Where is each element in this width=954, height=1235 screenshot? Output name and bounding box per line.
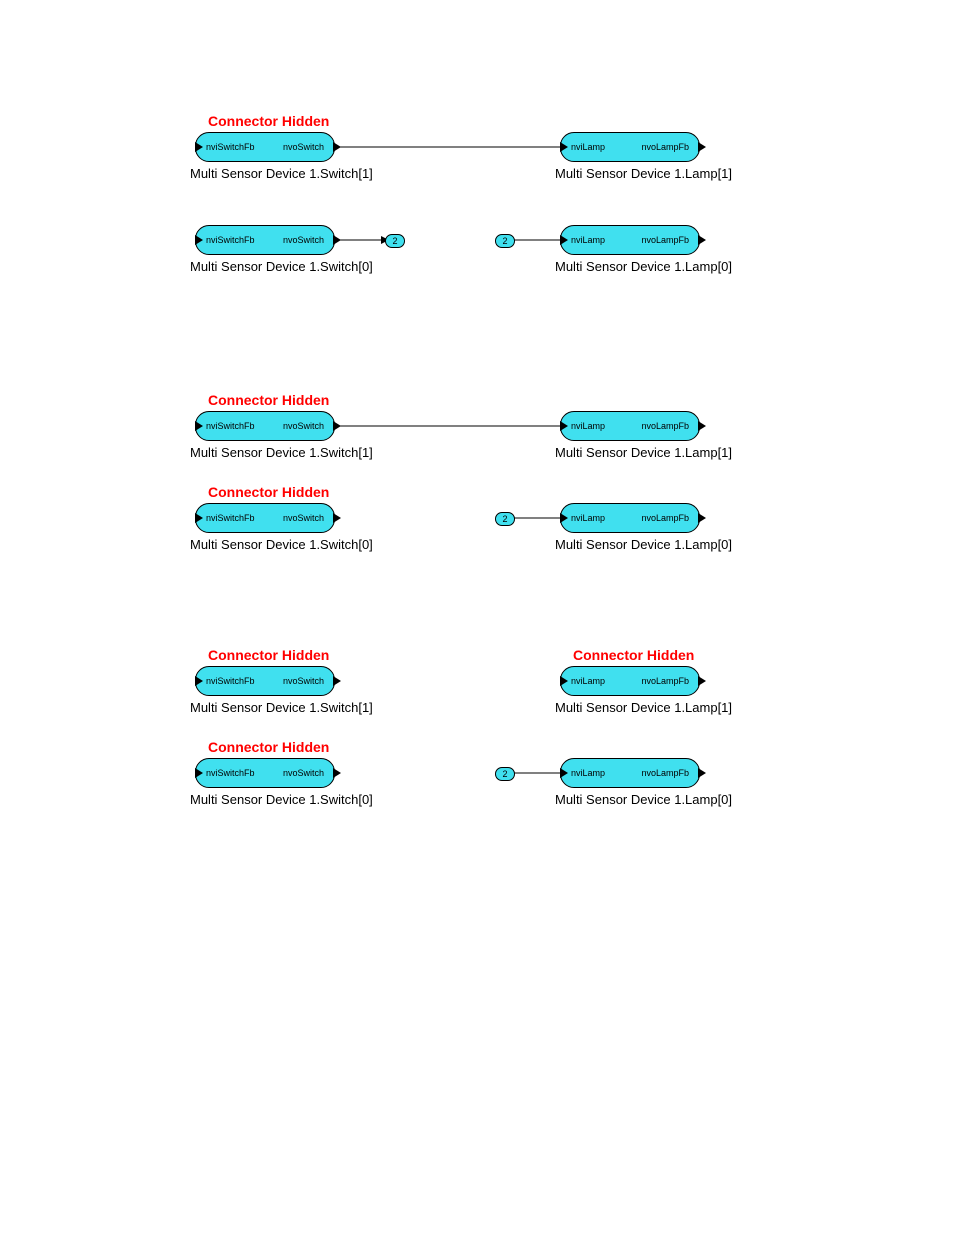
block-lamp0-g2[interactable]: nviLamp nvoLampFb: [560, 503, 700, 533]
connector-hidden-label: Connector Hidden: [208, 392, 329, 408]
arrow-out-icon: [333, 235, 341, 245]
block-lamp0-g1[interactable]: nviLamp nvoLampFb: [560, 225, 700, 255]
connection-ref-badge[interactable]: 2: [385, 234, 405, 248]
connection-ref-badge[interactable]: 2: [495, 234, 515, 248]
block-lamp0-g3[interactable]: nviLamp nvoLampFb: [560, 758, 700, 788]
arrow-out-icon: [333, 513, 341, 523]
port-in-label: nviLamp: [571, 235, 605, 245]
block-switch1-g3[interactable]: nviSwitchFb nvoSwitch: [195, 666, 335, 696]
caption-lamp0-g1: Multi Sensor Device 1.Lamp[0]: [555, 259, 732, 274]
block-lamp1-g3[interactable]: nviLamp nvoLampFb: [560, 666, 700, 696]
connector-hidden-label: Connector Hidden: [208, 113, 329, 129]
block-lamp1-g2[interactable]: nviLamp nvoLampFb: [560, 411, 700, 441]
caption-switch0-g1: Multi Sensor Device 1.Switch[0]: [190, 259, 373, 274]
port-out-label: nvoLampFb: [641, 235, 689, 245]
port-in-label: nviLamp: [571, 676, 605, 686]
port-out-label: nvoLampFb: [641, 142, 689, 152]
arrow-out-icon: [333, 421, 341, 431]
arrow-in-icon: [560, 421, 568, 431]
port-in-label: nviLamp: [571, 142, 605, 152]
port-in-label: nviLamp: [571, 513, 605, 523]
caption-lamp0-g2: Multi Sensor Device 1.Lamp[0]: [555, 537, 732, 552]
caption-lamp1-g1: Multi Sensor Device 1.Lamp[1]: [555, 166, 732, 181]
connection-ref-badge[interactable]: 2: [495, 767, 515, 781]
arrow-in-icon: [560, 676, 568, 686]
arrow-out-icon: [333, 676, 341, 686]
caption-switch1-g1: Multi Sensor Device 1.Switch[1]: [190, 166, 373, 181]
caption-lamp1-g3: Multi Sensor Device 1.Lamp[1]: [555, 700, 732, 715]
port-out-label: nvoSwitch: [283, 513, 324, 523]
arrow-in-icon: [195, 513, 203, 523]
port-in-label: nviSwitchFb: [206, 768, 255, 778]
caption-lamp1-g2: Multi Sensor Device 1.Lamp[1]: [555, 445, 732, 460]
block-switch1-g1[interactable]: nviSwitchFb nvoSwitch: [195, 132, 335, 162]
caption-switch1-g2: Multi Sensor Device 1.Switch[1]: [190, 445, 373, 460]
port-out-label: nvoLampFb: [641, 676, 689, 686]
caption-switch0-g3: Multi Sensor Device 1.Switch[0]: [190, 792, 373, 807]
block-switch0-g3[interactable]: nviSwitchFb nvoSwitch: [195, 758, 335, 788]
arrow-in-icon: [195, 768, 203, 778]
port-in-label: nviSwitchFb: [206, 142, 255, 152]
port-in-label: nviSwitchFb: [206, 676, 255, 686]
connector-hidden-label: Connector Hidden: [208, 647, 329, 663]
wires-layer: [0, 0, 954, 1235]
arrow-out-icon: [698, 142, 706, 152]
arrow-out-icon: [333, 142, 341, 152]
port-out-label: nvoLampFb: [641, 513, 689, 523]
port-out-label: nvoSwitch: [283, 768, 324, 778]
caption-lamp0-g3: Multi Sensor Device 1.Lamp[0]: [555, 792, 732, 807]
arrow-in-icon: [560, 235, 568, 245]
arrow-in-icon: [560, 142, 568, 152]
block-switch0-g1[interactable]: nviSwitchFb nvoSwitch: [195, 225, 335, 255]
connector-hidden-label: Connector Hidden: [573, 647, 694, 663]
arrow-in-icon: [195, 421, 203, 431]
arrow-out-icon: [698, 235, 706, 245]
connector-hidden-label: Connector Hidden: [208, 484, 329, 500]
port-out-label: nvoLampFb: [641, 421, 689, 431]
arrow-out-icon: [333, 768, 341, 778]
port-out-label: nvoSwitch: [283, 421, 324, 431]
diagram-canvas: Connector Hidden nviSwitchFb nvoSwitch M…: [0, 0, 954, 1235]
port-in-label: nviSwitchFb: [206, 235, 255, 245]
port-out-label: nvoSwitch: [283, 142, 324, 152]
connection-ref-badge[interactable]: 2: [495, 512, 515, 526]
block-lamp1-g1[interactable]: nviLamp nvoLampFb: [560, 132, 700, 162]
arrow-out-icon: [698, 768, 706, 778]
arrow-in-icon: [560, 513, 568, 523]
port-in-label: nviSwitchFb: [206, 513, 255, 523]
arrow-out-icon: [698, 676, 706, 686]
arrow-out-icon: [698, 421, 706, 431]
port-in-label: nviLamp: [571, 421, 605, 431]
port-in-label: nviSwitchFb: [206, 421, 255, 431]
port-out-label: nvoSwitch: [283, 676, 324, 686]
arrow-in-icon: [195, 235, 203, 245]
block-switch1-g2[interactable]: nviSwitchFb nvoSwitch: [195, 411, 335, 441]
arrow-in-icon: [560, 768, 568, 778]
arrow-in-icon: [195, 142, 203, 152]
port-out-label: nvoSwitch: [283, 235, 324, 245]
caption-switch0-g2: Multi Sensor Device 1.Switch[0]: [190, 537, 373, 552]
block-switch0-g2[interactable]: nviSwitchFb nvoSwitch: [195, 503, 335, 533]
caption-switch1-g3: Multi Sensor Device 1.Switch[1]: [190, 700, 373, 715]
arrow-out-icon: [698, 513, 706, 523]
arrow-in-icon: [195, 676, 203, 686]
port-out-label: nvoLampFb: [641, 768, 689, 778]
connector-hidden-label: Connector Hidden: [208, 739, 329, 755]
port-in-label: nviLamp: [571, 768, 605, 778]
